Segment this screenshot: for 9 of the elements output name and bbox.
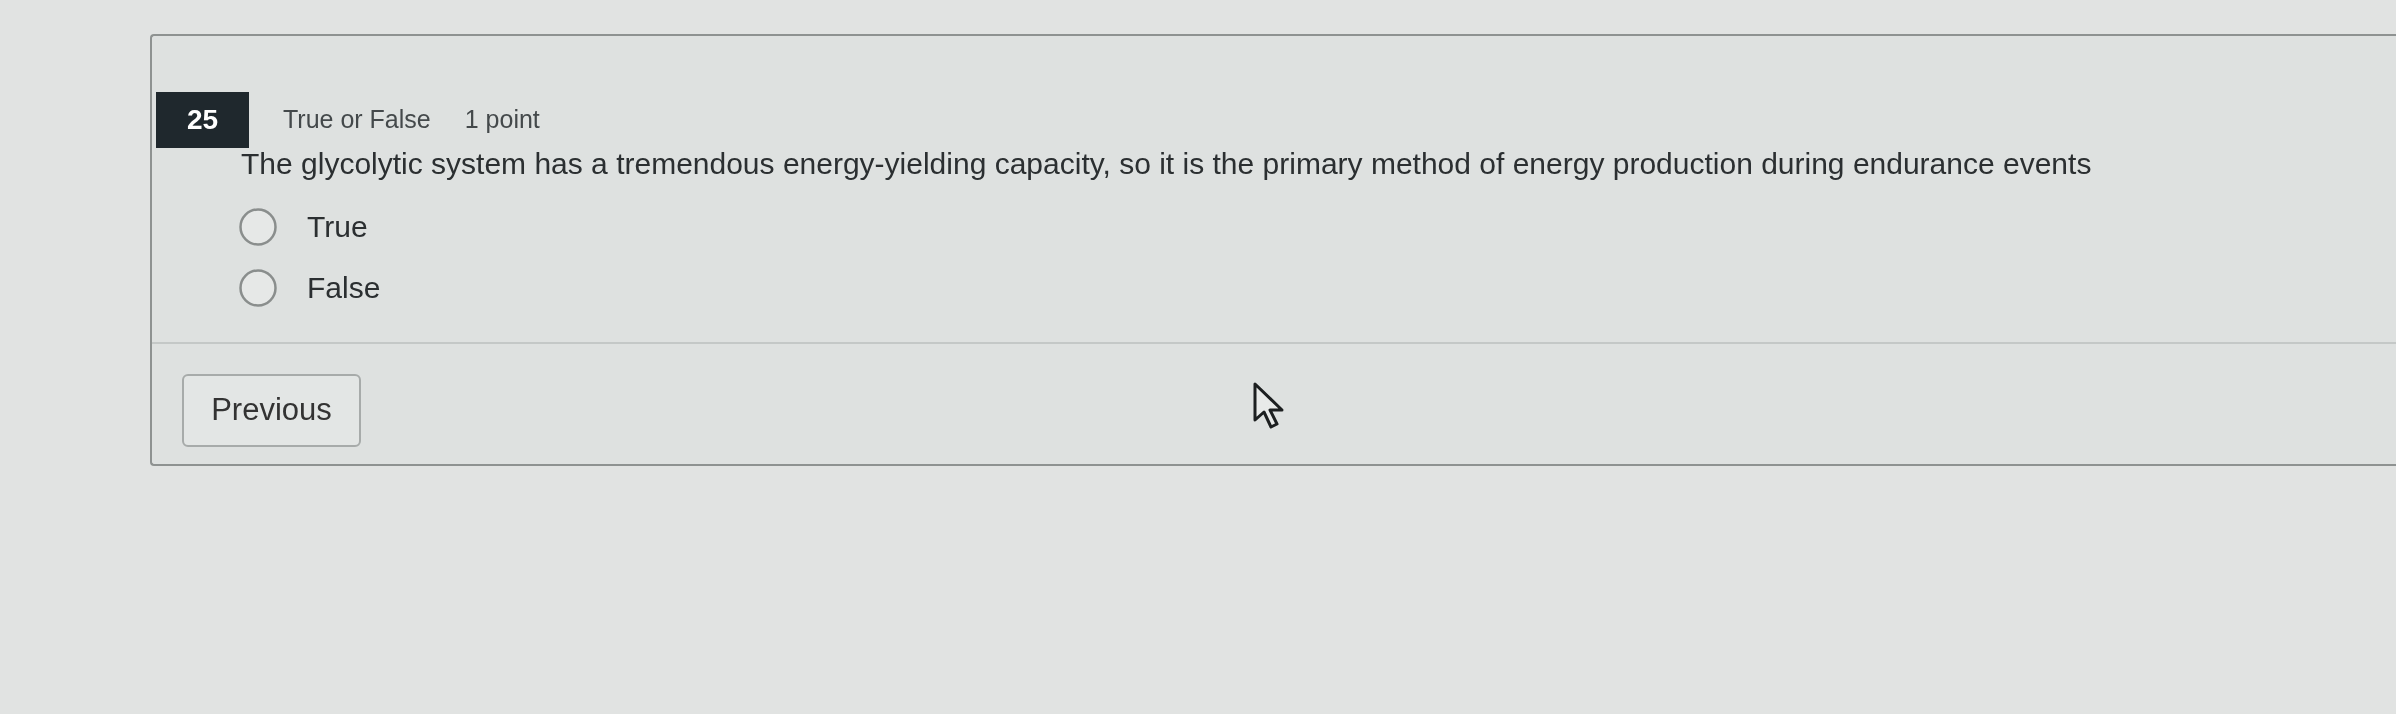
question-number: 25 [156,92,249,148]
radio-button[interactable] [239,207,277,246]
option-label[interactable]: False [307,265,381,310]
radio-button[interactable] [239,268,277,307]
question-type: True or False [283,104,431,136]
question-points: 1 point [464,104,540,136]
option-label[interactable]: True [307,204,368,249]
previous-button[interactable]: Previous [182,374,361,447]
question-text: The glycolytic system has a tremendous energy-yielding capacity, so it is the primary method of energy production during endurance events [241,148,2093,180]
